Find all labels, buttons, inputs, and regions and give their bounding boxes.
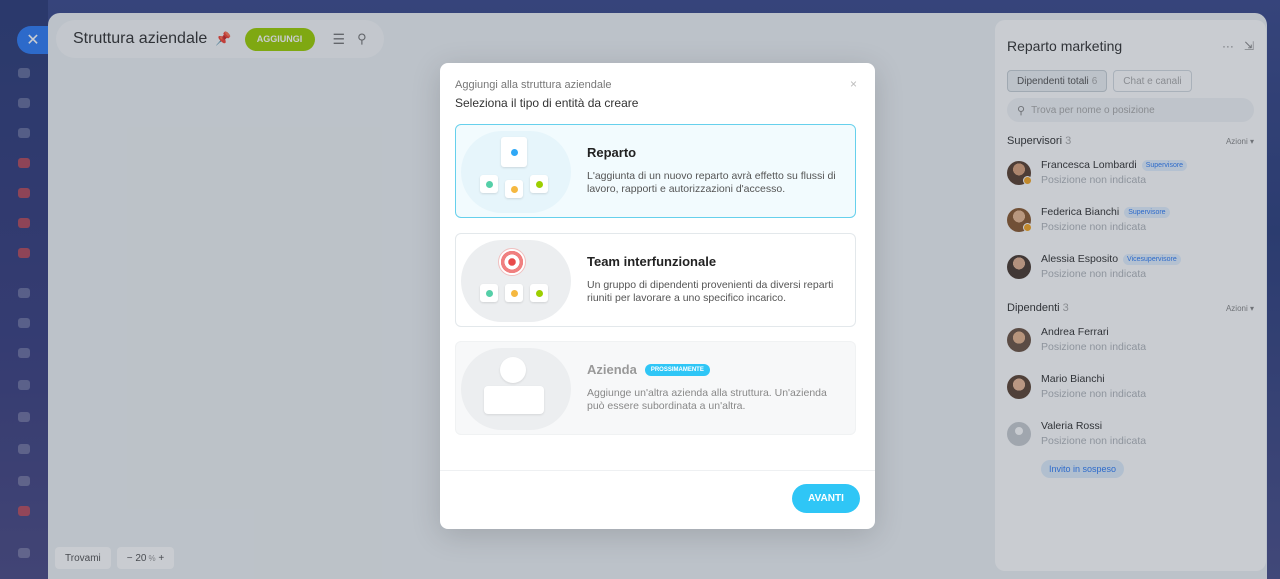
option-cross-functional-team[interactable]: Team interfunzionale Un gruppo di dipend… bbox=[455, 233, 856, 327]
entity-type-dialog: Aggiungi alla struttura aziendale Selezi… bbox=[440, 63, 875, 529]
option-description: Aggiunge un'altra azienda alla struttura… bbox=[587, 387, 827, 412]
option-department[interactable]: Reparto L'aggiunta di un nuovo reparto a… bbox=[455, 124, 856, 218]
target-icon bbox=[498, 248, 526, 276]
company-card-icon bbox=[484, 386, 544, 414]
option-title: Reparto bbox=[587, 145, 637, 160]
company-illustration bbox=[456, 342, 576, 434]
coming-soon-badge: PROSSIMAMENTE bbox=[644, 363, 710, 376]
department-illustration bbox=[456, 125, 576, 217]
option-description: L'aggiunta di un nuovo reparto avrà effe… bbox=[587, 170, 836, 195]
option-company: Azienda PROSSIMAMENTE Aggiunge un'altra … bbox=[455, 341, 856, 435]
option-title: Azienda bbox=[587, 362, 637, 377]
building-icon bbox=[500, 357, 526, 383]
next-button[interactable]: AVANTI bbox=[792, 484, 860, 513]
dialog-subtitle: Aggiungi alla struttura aziendale bbox=[455, 79, 612, 91]
option-title: Team interfunzionale bbox=[587, 254, 717, 269]
option-description: Un gruppo di dipendenti provenienti da d… bbox=[587, 279, 834, 304]
dialog-title: Seleziona il tipo di entità da creare bbox=[455, 96, 639, 110]
close-icon[interactable]: × bbox=[850, 77, 857, 91]
dialog-divider bbox=[440, 470, 875, 471]
team-illustration bbox=[456, 234, 576, 326]
